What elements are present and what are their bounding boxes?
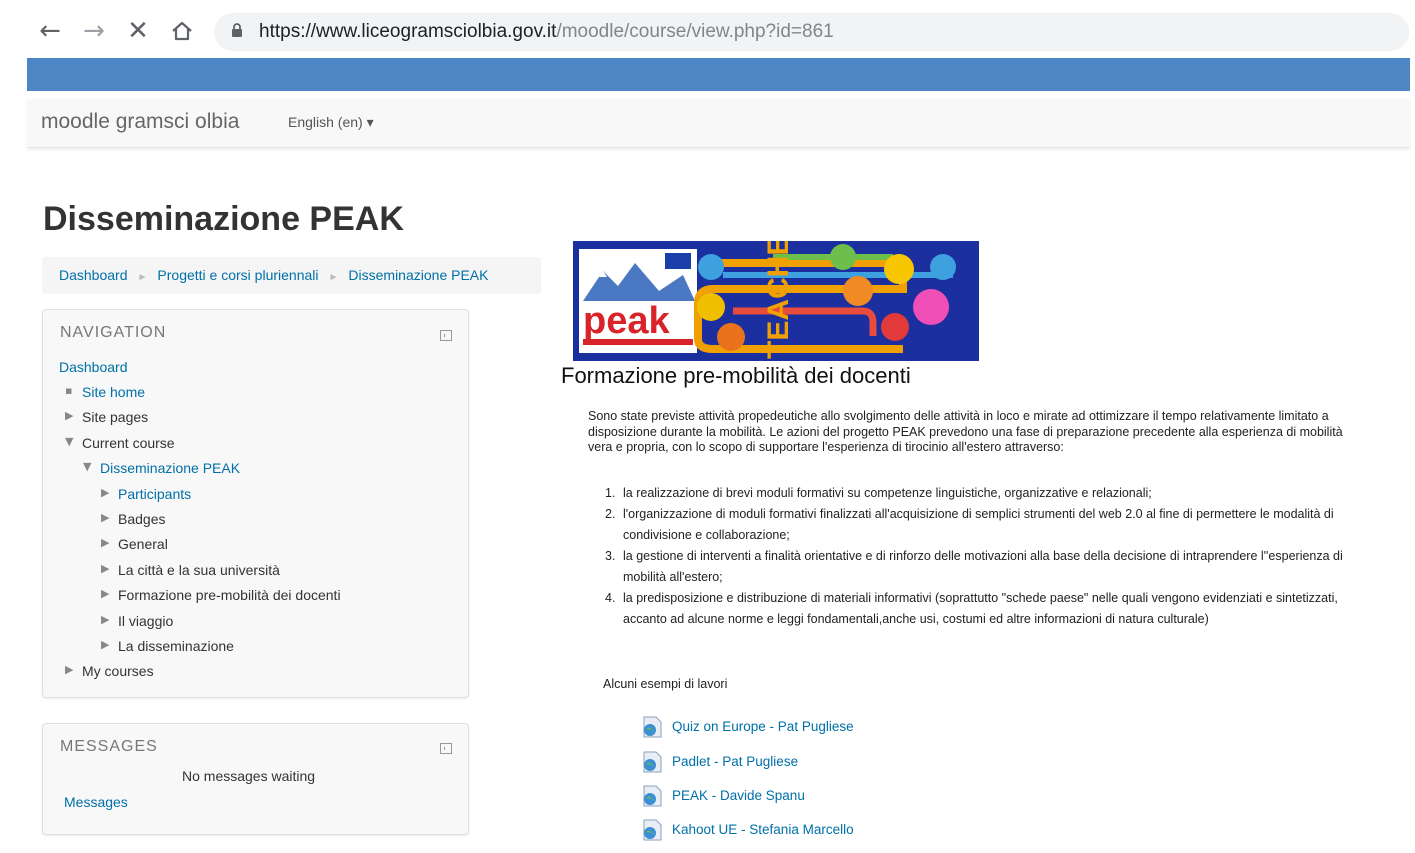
nav-section-label: General: [118, 536, 168, 552]
list-item-text: la realizzazione di brevi moduli formati…: [623, 486, 1152, 500]
site-header-band: [27, 58, 1410, 91]
language-menu[interactable]: English (en) ▾: [288, 114, 374, 131]
nav-section-citta[interactable]: ▶ La città e la sua università: [101, 562, 280, 578]
collapsed-arrow-icon: ▶: [65, 663, 74, 676]
bullet-icon: ▪: [65, 384, 73, 397]
nav-section-label: Participants: [118, 486, 192, 502]
messages-block-title: MESSAGES: [60, 738, 158, 755]
breadcrumb-separator-icon: ►: [137, 272, 148, 283]
forward-arrow-icon[interactable]: →: [77, 14, 111, 48]
nav-section-label: Il viaggio: [118, 613, 174, 629]
breadcrumb: Dashboard ► Progetti e corsi pluriennali ► D…: [42, 257, 541, 294]
nav-my-courses-label: My courses: [82, 663, 154, 679]
banner-logo-text: peak: [583, 300, 670, 342]
banner-graphic: peak TEACHER: [573, 241, 979, 361]
url-resource-icon: [643, 716, 662, 738]
breadcrumb-separator-icon: ►: [328, 272, 339, 283]
navigation-block-title: NAVIGATION: [60, 324, 167, 341]
collapsed-arrow-icon: ▶: [101, 486, 110, 499]
collapsed-arrow-icon: ▶: [101, 562, 110, 575]
home-icon[interactable]: [165, 14, 199, 48]
list-item: 4. la predisposizione e distribuzione di …: [605, 591, 1338, 626]
nav-current-course-label: Current course: [82, 435, 175, 451]
nav-section-label: Badges: [118, 511, 166, 527]
dock-block-icon[interactable]: [440, 743, 452, 754]
expanded-arrow-icon: ▼: [65, 435, 74, 448]
list-item-text: la predisposizione e distribuzione di ma…: [623, 591, 1338, 626]
resource-link-label: PEAK - Davide Spanu: [672, 788, 805, 803]
breadcrumb-category[interactable]: Progetti e corsi pluriennali: [157, 267, 318, 283]
nav-section-label: Formazione pre-mobilità dei docenti: [118, 587, 341, 603]
url-path: /moodle/course/view.php?id=861: [556, 21, 834, 42]
nav-section-formazione[interactable]: ▶ Formazione pre-mobilità dei docenti: [101, 587, 341, 603]
url-resource-icon: [643, 819, 662, 841]
nav-section-badges[interactable]: ▶ Badges: [101, 511, 166, 527]
messages-link[interactable]: Messages: [64, 794, 128, 810]
site-navbar: moodle gramsci olbia English (en) ▾: [27, 99, 1410, 148]
collapsed-arrow-icon: ▶: [101, 587, 110, 600]
nav-section-label: La città e la sua università: [118, 562, 280, 578]
browser-toolbar: ← → ✕ https://www.liceogramsciolbia.gov.…: [0, 0, 1415, 58]
nav-course-item[interactable]: ▼ Disseminazione PEAK: [83, 460, 241, 476]
nav-section-label: La disseminazione: [118, 638, 234, 654]
messages-block: MESSAGES No messages waiting Messages: [42, 723, 469, 835]
collapsed-arrow-icon: ▶: [101, 613, 110, 626]
nav-site-pages-label: Site pages: [82, 409, 149, 425]
resource-link-label: Padlet - Pat Pugliese: [672, 754, 799, 769]
back-arrow-icon[interactable]: ←: [33, 14, 67, 48]
url-host: https://www.liceogramsciolbia.gov.it: [259, 21, 557, 42]
nav-section-general[interactable]: ▶ General: [101, 536, 168, 552]
list-item: 3. la gestione di interventi a finalità o…: [605, 549, 1343, 584]
collapsed-arrow-icon: ▶: [65, 409, 74, 422]
url-text: https://www.liceogramsciolbia.gov.it/moo…: [259, 21, 834, 43]
list-item: 2. l'organizzazione di moduli formativi f…: [605, 507, 1334, 542]
nav-site-home-label: Site home: [82, 384, 146, 400]
url-resource-icon: [643, 751, 662, 773]
resource-link-label: Kahoot UE - Stefania Marcello: [672, 822, 854, 837]
nav-site-home[interactable]: ▪ Site home: [65, 384, 146, 400]
objectives-list: 1. la realizzazione di brevi moduli forma…: [605, 483, 1345, 630]
breadcrumb-course[interactable]: Disseminazione PEAK: [348, 267, 488, 283]
nav-section-viaggio[interactable]: ▶ Il viaggio: [101, 613, 174, 629]
collapsed-arrow-icon: ▶: [101, 511, 110, 524]
resource-link-label: Quiz on Europe - Pat Pugliese: [672, 719, 854, 734]
peak-teacher-banner: peak TEACHER: [573, 241, 979, 361]
nav-dashboard[interactable]: Dashboard: [59, 359, 128, 375]
page-title: Disseminazione PEAK: [43, 200, 404, 238]
nav-course-label: Disseminazione PEAK: [100, 460, 241, 476]
section-title: Formazione pre-mobilità dei docenti: [561, 363, 911, 388]
list-item-text: l'organizzazione di moduli formativi fin…: [623, 507, 1334, 542]
url-resource-icon: [643, 785, 662, 807]
site-brand[interactable]: moodle gramsci olbia: [41, 110, 239, 134]
address-bar[interactable]: https://www.liceogramsciolbia.gov.it/moo…: [214, 13, 1409, 51]
section-intro: Sono state previste attività propedeutic…: [588, 409, 1343, 454]
navigation-block: NAVIGATION Dashboard ▪ Site home ▶ Site pa…: [42, 309, 469, 698]
breadcrumb-dashboard[interactable]: Dashboard: [59, 267, 128, 283]
stop-loading-icon[interactable]: ✕: [121, 14, 155, 48]
list-item: 1. la realizzazione di brevi moduli forma…: [605, 486, 1152, 500]
expanded-arrow-icon: ▼: [83, 460, 92, 473]
collapsed-arrow-icon: ▶: [101, 536, 110, 549]
collapsed-arrow-icon: ▶: [101, 638, 110, 651]
examples-label: Alcuni esempi di lavori: [603, 677, 728, 691]
nav-section-disseminazione[interactable]: ▶ La disseminazione: [101, 638, 234, 654]
nav-my-courses[interactable]: ▶ My courses: [65, 663, 154, 679]
no-messages-text: No messages waiting: [182, 768, 316, 784]
banner-vertical-text: TEACHER: [762, 241, 795, 359]
dock-block-icon[interactable]: [440, 330, 452, 341]
nav-current-course[interactable]: ▼ Current course: [65, 435, 175, 451]
nav-section-participants[interactable]: ▶ Participants: [101, 486, 192, 502]
lock-icon: [232, 23, 242, 37]
nav-site-pages[interactable]: ▶ Site pages: [65, 409, 149, 425]
list-item-text: la gestione di interventi a finalità ori…: [623, 549, 1343, 584]
